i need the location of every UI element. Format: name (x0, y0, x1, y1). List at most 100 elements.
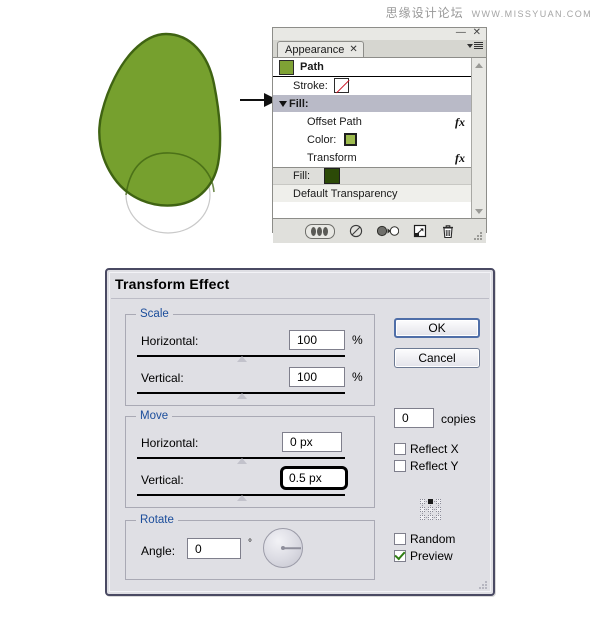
random-checkbox-row[interactable]: Random (394, 532, 455, 546)
copies-input[interactable]: 0 (394, 408, 434, 428)
scale-horizontal-value: 100 (297, 333, 318, 347)
scroll-down-button[interactable] (472, 204, 485, 218)
stroke-none-swatch[interactable] (333, 78, 349, 93)
avocado-shape-svg (98, 32, 222, 234)
ok-button[interactable]: OK (394, 318, 480, 338)
move-horizontal-slider-thumb[interactable] (237, 458, 247, 464)
refpoint-middle-left[interactable] (420, 507, 425, 512)
scale-vertical-slider-thumb[interactable] (237, 393, 247, 399)
clear-appearance-button[interactable] (349, 224, 363, 238)
rotate-angle-dial[interactable] (263, 528, 303, 568)
appearance-row-path-label: Path (300, 61, 324, 73)
appearance-row-offset-path[interactable]: Offset Path fx (273, 113, 472, 131)
cancel-button[interactable]: Cancel (394, 348, 480, 368)
panel-flyout-menu-button[interactable] (467, 42, 483, 49)
disclosure-triangle-icon[interactable] (279, 100, 287, 107)
minimize-icon[interactable]: — (456, 27, 468, 38)
fx-icon-transform[interactable]: fx (455, 151, 465, 166)
appearance-list[interactable]: Path Stroke: Fill: Offset Path fx Color:… (273, 58, 486, 219)
preview-label: Preview (410, 549, 453, 563)
cancel-button-label: Cancel (418, 351, 456, 365)
appearance-row-color[interactable]: Color: (273, 131, 472, 149)
panel-titlebar: — ✕ (273, 27, 486, 40)
tab-close-icon[interactable]: ✕ (349, 44, 357, 55)
reduce-to-basic-appearance-button[interactable] (376, 224, 399, 238)
fill-color-swatch[interactable] (344, 133, 358, 146)
duplicate-selected-item-button[interactable] (413, 224, 427, 238)
appearance-row-fill-bottom[interactable]: Fill: (273, 167, 472, 185)
appearance-row-path[interactable]: Path (273, 58, 472, 77)
move-vertical-input[interactable]: 0.5 px (280, 466, 348, 490)
appearance-row-transform[interactable]: Transform fx (273, 149, 472, 167)
tab-appearance[interactable]: Appearance ✕ (277, 41, 364, 57)
ok-button-label: OK (428, 321, 446, 335)
refpoint-top-left[interactable] (420, 499, 425, 504)
appearance-row-stroke[interactable]: Stroke: (273, 77, 472, 95)
avocado-illustration (70, 12, 260, 237)
reflect-y-label: Reflect Y (410, 459, 459, 473)
appearance-row-color-label: Color: (307, 133, 337, 146)
appearance-row-offset-path-label: Offset Path (307, 115, 362, 128)
chevron-down-icon (467, 43, 473, 48)
panel-footer-toolbar[interactable] (273, 219, 486, 243)
scale-vertical-value: 100 (297, 370, 318, 384)
move-horizontal-input[interactable]: 0 px (282, 432, 342, 452)
avocado-body-path (98, 32, 222, 207)
refpoint-middle-right[interactable] (436, 507, 441, 512)
reflect-x-label: Reflect X (410, 442, 459, 456)
dialog-title: Transform Effect (115, 276, 230, 292)
scale-horizontal-unit: % (352, 333, 363, 347)
copies-value: 0 (402, 411, 409, 425)
move-vertical-slider-thumb[interactable] (237, 495, 247, 501)
refpoint-middle-center[interactable] (428, 507, 433, 512)
scale-vertical-input[interactable]: 100 (289, 367, 345, 387)
rotate-angle-input[interactable]: 0 (187, 538, 241, 559)
refpoint-top-center[interactable] (428, 499, 433, 504)
reflect-y-checkbox[interactable] (394, 460, 406, 472)
preview-checkbox[interactable] (394, 550, 406, 562)
dial-center-dot (281, 546, 285, 550)
dialog-resize-grip[interactable] (479, 581, 488, 590)
reference-point-selector[interactable] (420, 499, 444, 521)
trash-icon (442, 224, 453, 238)
refpoint-bottom-right[interactable] (436, 515, 441, 520)
reflect-x-checkbox-row[interactable]: Reflect X (394, 442, 459, 456)
preview-checkbox-row[interactable]: Preview (394, 549, 453, 563)
panel-resize-grip[interactable] (474, 232, 483, 241)
path-color-swatch[interactable] (279, 59, 294, 75)
appearance-row-fill-bottom-label: Fill: (293, 170, 311, 182)
scale-vertical-unit: % (352, 370, 363, 384)
random-label: Random (410, 532, 456, 546)
watermark-url-text: WWW.MISSYUAN.COM (471, 9, 592, 19)
move-vertical-label: Vertical: (141, 473, 184, 487)
random-checkbox[interactable] (394, 533, 406, 545)
watermark-chinese-text: 思缘设计论坛 (385, 6, 464, 20)
scale-horizontal-slider-thumb[interactable] (237, 356, 247, 362)
transform-effect-dialog[interactable]: Transform Effect Scale Horizontal: 100 %… (105, 268, 495, 596)
rotate-angle-value: 0 (195, 541, 202, 556)
rotate-angle-unit: ° (248, 538, 252, 549)
appearance-panel[interactable]: — ✕ Appearance ✕ Path Stroke: Fill: Offs… (272, 27, 487, 243)
reflect-y-checkbox-row[interactable]: Reflect Y (394, 459, 458, 473)
rotate-angle-label: Angle: (141, 544, 176, 558)
reflect-x-checkbox[interactable] (394, 443, 406, 455)
new-art-has-basic-appearance-toggle[interactable] (304, 223, 335, 239)
fill-bottom-color-swatch[interactable] (324, 168, 341, 184)
panel-window-controls[interactable]: — ✕ (456, 27, 483, 38)
scale-vertical-label: Vertical: (141, 371, 184, 385)
refpoint-bottom-center[interactable] (428, 515, 433, 520)
delete-selected-item-button[interactable] (441, 224, 455, 239)
refpoint-bottom-left[interactable] (420, 515, 425, 520)
rotate-group-label: Rotate (136, 514, 178, 526)
appearance-row-default-transparency[interactable]: Default Transparency (273, 185, 472, 203)
hamburger-icon (474, 42, 483, 49)
appearance-row-fill-header[interactable]: Fill: (273, 95, 472, 113)
close-icon[interactable]: ✕ (473, 27, 483, 38)
scale-horizontal-input[interactable]: 100 (289, 330, 345, 350)
tab-appearance-label: Appearance (285, 43, 345, 56)
fx-icon-offset-path[interactable]: fx (455, 115, 465, 130)
move-group-label: Move (136, 410, 173, 422)
scroll-up-button[interactable] (472, 58, 485, 72)
refpoint-top-right[interactable] (436, 499, 441, 504)
panel-vertical-scrollbar[interactable] (471, 58, 486, 218)
